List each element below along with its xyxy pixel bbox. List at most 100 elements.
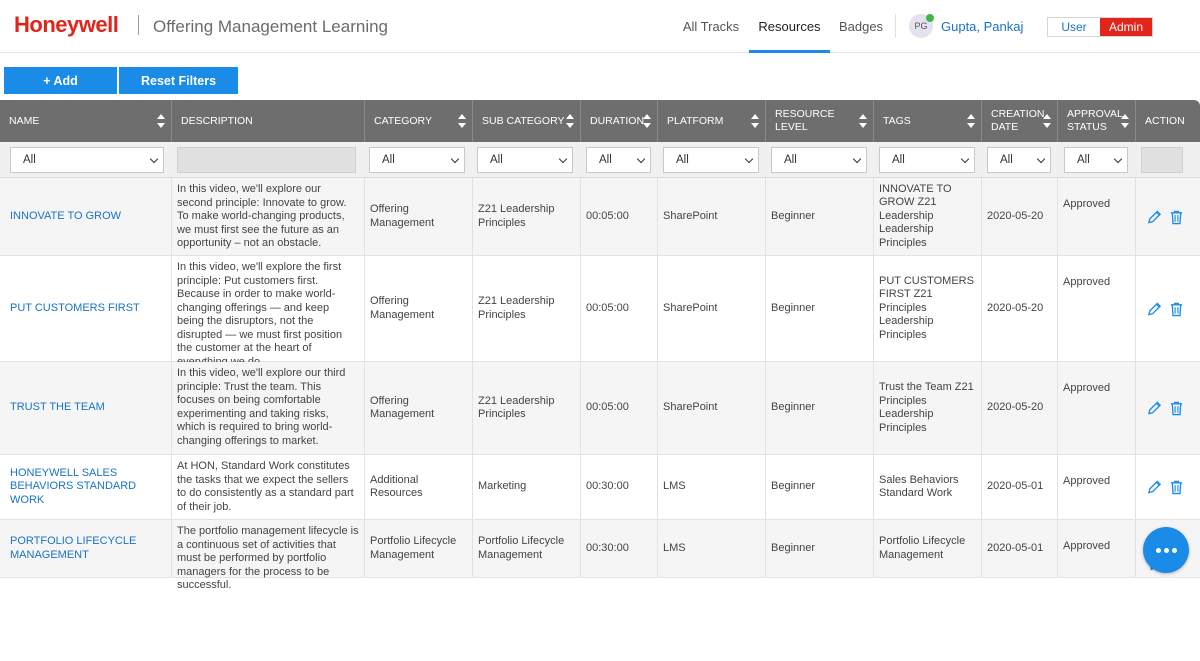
resource-platform: LMS bbox=[658, 455, 766, 519]
filter-resource-level-select[interactable]: All bbox=[771, 147, 867, 173]
pencil-icon[interactable] bbox=[1147, 400, 1162, 416]
resource-name-link[interactable]: HONEYWELL SALES BEHAVIORS STANDARD WORK bbox=[0, 455, 172, 519]
column-header-resource-level[interactable]: RESOURCE LEVEL bbox=[766, 100, 874, 142]
trash-icon[interactable] bbox=[1169, 209, 1184, 225]
sort-icon[interactable] bbox=[1043, 114, 1051, 128]
sort-icon[interactable] bbox=[967, 114, 975, 128]
resource-category: Offering Management bbox=[365, 256, 473, 361]
resource-sub-category: Portfolio Lifecycle Management bbox=[473, 520, 581, 577]
resource-level: Beginner bbox=[766, 256, 874, 361]
resource-level: Beginner bbox=[766, 178, 874, 255]
column-header-approval-status[interactable]: APPROVAL STATUS bbox=[1058, 100, 1136, 142]
chat-dot bbox=[1155, 547, 1161, 553]
role-admin-button[interactable]: Admin bbox=[1100, 18, 1152, 36]
online-status-icon bbox=[926, 14, 934, 22]
column-header-label: SUB CATEGORY bbox=[482, 114, 565, 127]
resource-platform: SharePoint bbox=[658, 178, 766, 255]
filter-duration-select[interactable]: All bbox=[586, 147, 651, 173]
column-header-name[interactable]: NAME bbox=[0, 100, 172, 142]
sort-icon[interactable] bbox=[157, 114, 165, 128]
column-header-tags[interactable]: TAGS bbox=[874, 100, 982, 142]
column-header-action: ACTION bbox=[1136, 100, 1200, 142]
filter-action-placeholder bbox=[1141, 147, 1183, 173]
trash-icon[interactable] bbox=[1169, 400, 1184, 416]
resource-level: Beginner bbox=[766, 362, 874, 454]
table-header: NAME DESCRIPTION CATEGORY SUB CATEGORY D… bbox=[0, 100, 1200, 142]
column-header-duration[interactable]: DURATION bbox=[581, 100, 658, 142]
column-header-category[interactable]: CATEGORY bbox=[365, 100, 473, 142]
pencil-icon[interactable] bbox=[1147, 209, 1162, 225]
column-header-creation-date[interactable]: CREATION DATE bbox=[982, 100, 1058, 142]
filter-description-input[interactable] bbox=[177, 147, 356, 173]
column-header-description: DESCRIPTION bbox=[172, 100, 365, 142]
filter-value: All bbox=[1077, 154, 1090, 166]
honeywell-logo[interactable]: Honeywell bbox=[14, 12, 119, 38]
chevron-down-icon bbox=[852, 154, 862, 164]
trash-icon[interactable] bbox=[1169, 301, 1184, 317]
chevron-down-icon bbox=[744, 154, 754, 164]
reset-filters-button[interactable]: Reset Filters bbox=[119, 67, 238, 94]
chevron-down-icon bbox=[450, 154, 460, 164]
resource-description: At HON, Standard Work constitutes the ta… bbox=[172, 455, 365, 519]
filter-sub-category-select[interactable]: All bbox=[477, 147, 573, 173]
pencil-icon[interactable] bbox=[1147, 301, 1162, 317]
resource-category: Offering Management bbox=[365, 362, 473, 454]
resource-description: In this video, we'll explore the first p… bbox=[172, 256, 365, 368]
pencil-icon[interactable] bbox=[1147, 479, 1162, 495]
resource-sub-category: Marketing bbox=[473, 455, 581, 519]
resource-duration: 00:05:00 bbox=[581, 362, 658, 454]
chat-bubble-icon[interactable] bbox=[1143, 527, 1189, 573]
filter-category-select[interactable]: All bbox=[369, 147, 465, 173]
nav-resources[interactable]: Resources bbox=[749, 0, 830, 53]
column-header-label: NAME bbox=[9, 114, 40, 127]
column-header-label: PLATFORM bbox=[667, 114, 724, 127]
column-header-platform[interactable]: PLATFORM bbox=[658, 100, 766, 142]
filter-approval-status-select[interactable]: All bbox=[1064, 147, 1128, 173]
resource-tags: INNOVATE TO GROW Z21 Leadership Leadersh… bbox=[874, 178, 982, 255]
sort-icon[interactable] bbox=[859, 114, 867, 128]
resource-category: Additional Resources bbox=[365, 455, 473, 519]
sort-icon[interactable] bbox=[458, 114, 466, 128]
table-row: INNOVATE TO GROW In this video, we'll ex… bbox=[0, 178, 1200, 256]
row-actions bbox=[1136, 362, 1200, 454]
resource-platform: SharePoint bbox=[658, 362, 766, 454]
resource-name-link[interactable]: PORTFOLIO LIFECYCLE MANAGEMENT bbox=[0, 520, 172, 577]
resource-name-link[interactable]: INNOVATE TO GROW bbox=[0, 178, 172, 255]
column-header-label: DESCRIPTION bbox=[181, 114, 253, 127]
chevron-down-icon bbox=[1036, 154, 1046, 164]
filter-value: All bbox=[382, 154, 395, 166]
resource-tags: Trust the Team Z21 Principles Leadership… bbox=[874, 362, 982, 454]
resource-category: Portfolio Lifecycle Management bbox=[365, 520, 473, 577]
filter-creation-date-select[interactable]: All bbox=[987, 147, 1051, 173]
filter-name-select[interactable]: All bbox=[10, 147, 164, 173]
resource-duration: 00:30:00 bbox=[581, 520, 658, 577]
sort-icon[interactable] bbox=[751, 114, 759, 128]
filter-platform-select[interactable]: All bbox=[663, 147, 759, 173]
resource-approval-status: Approved bbox=[1058, 520, 1136, 577]
resource-creation-date: 2020-05-20 bbox=[982, 362, 1058, 454]
sort-icon[interactable] bbox=[1121, 114, 1129, 128]
resource-sub-category: Z21 Leadership Principles bbox=[473, 256, 581, 361]
chat-dot bbox=[1163, 547, 1169, 553]
user-name-link[interactable]: Gupta, Pankaj bbox=[941, 19, 1023, 34]
filter-tags-select[interactable]: All bbox=[879, 147, 975, 173]
resource-tags: Sales Behaviors Standard Work bbox=[874, 455, 982, 519]
sort-icon[interactable] bbox=[566, 114, 574, 128]
column-header-label: APPROVAL STATUS bbox=[1067, 108, 1123, 133]
filter-value: All bbox=[784, 154, 797, 166]
add-button[interactable]: + Add bbox=[4, 67, 117, 94]
resource-name-link[interactable]: PUT CUSTOMERS FIRST bbox=[0, 256, 172, 361]
resource-tags: Portfolio Lifecycle Management bbox=[874, 520, 982, 577]
chevron-down-icon bbox=[1113, 154, 1123, 164]
resource-name-link[interactable]: TRUST THE TEAM bbox=[0, 362, 172, 454]
role-user-button[interactable]: User bbox=[1048, 18, 1100, 36]
sort-icon[interactable] bbox=[643, 114, 651, 128]
header-divider bbox=[138, 15, 139, 35]
column-header-sub-category[interactable]: SUB CATEGORY bbox=[473, 100, 581, 142]
column-header-label: TAGS bbox=[883, 114, 911, 127]
column-header-label: CATEGORY bbox=[374, 114, 432, 127]
column-header-label: ACTION bbox=[1145, 114, 1185, 127]
nav-badges[interactable]: Badges bbox=[832, 0, 890, 53]
trash-icon[interactable] bbox=[1169, 479, 1184, 495]
nav-all-tracks[interactable]: All Tracks bbox=[675, 0, 747, 53]
